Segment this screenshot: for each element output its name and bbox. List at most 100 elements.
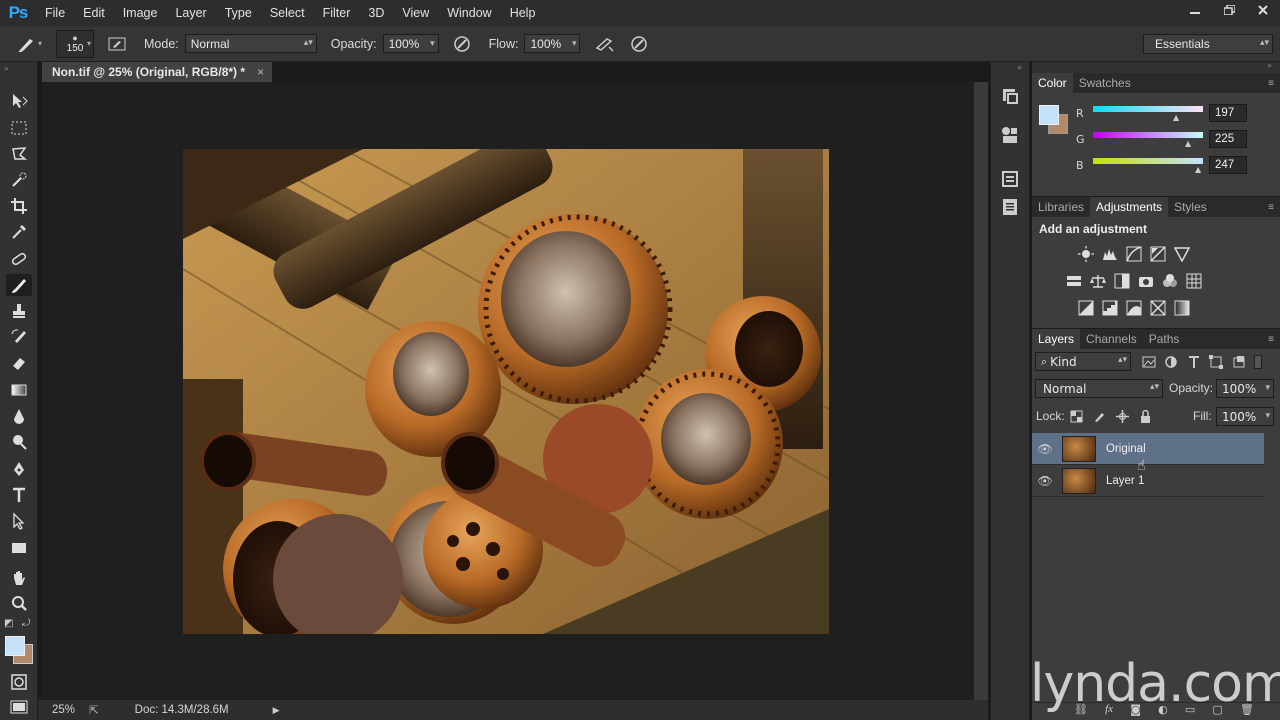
chevron-down-icon[interactable]: ▾ — [572, 38, 577, 49]
zoom-level[interactable]: 25% — [52, 704, 75, 716]
document-image[interactable] — [183, 149, 829, 634]
g-slider[interactable] — [1093, 132, 1203, 138]
workspace-dropdown[interactable]: Essentials ▴▾ — [1143, 33, 1273, 54]
gradient-tool-icon[interactable] — [6, 379, 32, 401]
lock-all-icon[interactable] — [1139, 410, 1152, 423]
panel-menu-icon[interactable]: ≡ — [1268, 334, 1274, 345]
r-slider-handle[interactable]: ▲ — [1173, 113, 1179, 122]
properties-panel-icon[interactable] — [1000, 169, 1020, 192]
r-value[interactable]: 197 — [1209, 104, 1247, 122]
tab-styles[interactable]: Styles — [1168, 200, 1213, 214]
fill-field[interactable]: 100% ▾ — [1216, 407, 1274, 426]
visibility-eye-icon[interactable]: 👁 — [1032, 442, 1058, 456]
brush-panel-toggle-icon[interactable] — [104, 36, 130, 52]
collapse-icon[interactable]: « — [1017, 63, 1022, 72]
quick-mask-icon[interactable] — [6, 671, 32, 693]
close-tab-icon[interactable]: × — [257, 65, 264, 79]
type-layer-filter-icon[interactable] — [1187, 355, 1201, 369]
dodge-tool-icon[interactable] — [6, 431, 32, 453]
layer-name[interactable]: Original — [1106, 443, 1146, 455]
panel-menu-icon[interactable]: ≡ — [1268, 202, 1274, 213]
default-colors-icon[interactable]: ◩ — [4, 618, 13, 629]
tab-paths[interactable]: Paths — [1143, 332, 1186, 346]
eyedropper-tool-icon[interactable] — [6, 221, 32, 243]
lasso-tool-icon[interactable] — [6, 143, 32, 165]
lock-position-icon[interactable] — [1116, 410, 1129, 423]
layer-name[interactable]: Layer 1 — [1106, 475, 1144, 487]
crop-tool-icon[interactable] — [6, 195, 32, 217]
close-icon[interactable] — [1246, 0, 1280, 20]
color-balance-icon[interactable] — [1089, 272, 1107, 290]
history-panel-icon[interactable] — [1000, 86, 1020, 109]
posterize-icon[interactable] — [1101, 299, 1119, 317]
pixel-layer-filter-icon[interactable] — [1142, 355, 1156, 369]
eraser-tool-icon[interactable] — [6, 352, 32, 374]
r-slider[interactable] — [1093, 106, 1203, 112]
vibrance-icon[interactable] — [1173, 245, 1191, 263]
chevron-down-icon[interactable]: ▾ — [430, 38, 435, 49]
menu-file[interactable]: File — [36, 6, 74, 20]
paragraph-panel-icon[interactable] — [1000, 197, 1020, 220]
brush-size-picker[interactable]: ● 150 ▾ — [56, 29, 94, 58]
filter-toggle-switch[interactable] — [1253, 354, 1262, 369]
collapse-icon[interactable]: » — [1267, 61, 1272, 70]
lock-image-pixels-icon[interactable] — [1093, 410, 1106, 423]
panel-menu-icon[interactable]: ≡ — [1268, 78, 1274, 89]
pressure-size-icon[interactable] — [626, 35, 652, 53]
menu-image[interactable]: Image — [114, 6, 167, 20]
b-slider-handle[interactable]: ▲ — [1195, 165, 1201, 174]
layer-filter-dropdown[interactable]: ⌕ Kind ▴▾ — [1035, 352, 1131, 371]
restore-icon[interactable] — [1212, 0, 1246, 20]
menu-help[interactable]: Help — [501, 6, 545, 20]
tab-libraries[interactable]: Libraries — [1032, 200, 1090, 214]
smart-object-filter-icon[interactable] — [1232, 355, 1246, 369]
tab-swatches[interactable]: Swatches — [1073, 76, 1137, 90]
visibility-eye-icon[interactable]: 👁 — [1032, 474, 1058, 488]
quick-selection-tool-icon[interactable] — [6, 169, 32, 191]
color-lookup-icon[interactable] — [1185, 272, 1203, 290]
zoom-tool-icon[interactable] — [6, 593, 32, 615]
blend-mode-dropdown[interactable]: Normal ▴▾ — [1035, 379, 1163, 398]
collapse-icon[interactable]: » — [4, 64, 9, 73]
opacity-field[interactable]: 100% ▾ — [382, 34, 439, 53]
g-value[interactable]: 225 — [1209, 130, 1247, 148]
channel-mixer-icon[interactable] — [1161, 272, 1179, 290]
tab-color[interactable]: Color — [1032, 73, 1073, 93]
menu-3d[interactable]: 3D — [359, 6, 393, 20]
export-icon[interactable]: ⇱ — [89, 703, 99, 717]
blur-tool-icon[interactable] — [6, 405, 32, 427]
healing-brush-tool-icon[interactable] — [6, 248, 32, 270]
actions-panel-icon[interactable] — [1000, 125, 1020, 148]
shape-layer-filter-icon[interactable] — [1209, 354, 1224, 369]
document-tab[interactable]: Non.tif @ 25% (Original, RGB/8*) * × — [42, 62, 272, 82]
brush-tool-icon[interactable] — [6, 274, 32, 296]
airbrush-icon[interactable] — [592, 36, 618, 52]
history-brush-tool-icon[interactable] — [6, 326, 32, 348]
photo-filter-icon[interactable] — [1137, 272, 1155, 290]
panel-foreground-swatch[interactable] — [1039, 105, 1059, 125]
tab-adjustments[interactable]: Adjustments — [1090, 197, 1169, 217]
marquee-tool-icon[interactable] — [6, 117, 32, 139]
curves-icon[interactable] — [1125, 245, 1143, 263]
menu-window[interactable]: Window — [438, 6, 500, 20]
exposure-icon[interactable] — [1149, 245, 1167, 263]
status-menu-arrow-icon[interactable]: ▶ — [273, 705, 280, 716]
minimize-icon[interactable] — [1178, 0, 1212, 20]
canvas-scrollbar[interactable] — [974, 82, 988, 702]
chevron-down-icon[interactable]: ▾ — [1265, 411, 1270, 421]
brush-tool-preset-icon[interactable]: ▾ — [14, 35, 44, 53]
brightness-contrast-icon[interactable] — [1077, 245, 1095, 263]
chevron-down-icon[interactable]: ▾ — [1265, 383, 1270, 393]
selective-color-icon[interactable] — [1149, 299, 1167, 317]
hand-tool-icon[interactable] — [6, 567, 32, 589]
b-value[interactable]: 247 — [1209, 156, 1247, 174]
rectangle-tool-icon[interactable] — [6, 537, 32, 559]
threshold-icon[interactable] — [1125, 299, 1143, 317]
layer-row-layer-1[interactable]: 👁 Layer 1 — [1032, 465, 1264, 497]
clone-stamp-tool-icon[interactable] — [6, 300, 32, 322]
tab-layers[interactable]: Layers — [1032, 329, 1081, 349]
menu-view[interactable]: View — [393, 6, 438, 20]
hue-saturation-icon[interactable] — [1065, 272, 1083, 290]
b-slider[interactable] — [1093, 158, 1203, 164]
layer-row-original[interactable]: 👁 Original — [1032, 433, 1264, 465]
